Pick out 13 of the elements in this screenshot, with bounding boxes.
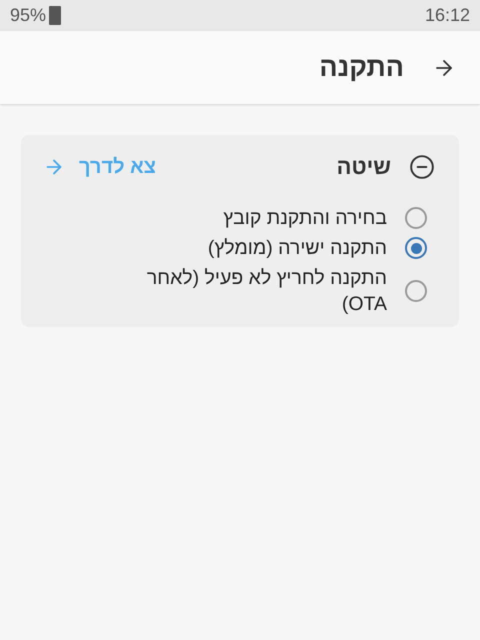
- go-link[interactable]: צא לדרך: [43, 156, 156, 178]
- page-title: התקנה: [319, 52, 404, 83]
- battery-percent: 95%: [10, 5, 46, 26]
- clock: 16:12: [424, 5, 470, 26]
- battery-icon: [49, 6, 62, 25]
- option-label: בחירה והתקנת קובץ: [223, 206, 387, 231]
- section-title: שיטה: [336, 154, 391, 180]
- option-label: התקנה ישירה (מומלץ): [208, 236, 387, 261]
- radio-button[interactable]: [405, 237, 427, 259]
- radio-button[interactable]: [405, 280, 427, 302]
- radio-button[interactable]: [405, 207, 427, 229]
- collapse-icon[interactable]: [409, 154, 435, 180]
- option-label: התקנה לחריץ לא פעיל (לאחר OTA): [146, 266, 387, 317]
